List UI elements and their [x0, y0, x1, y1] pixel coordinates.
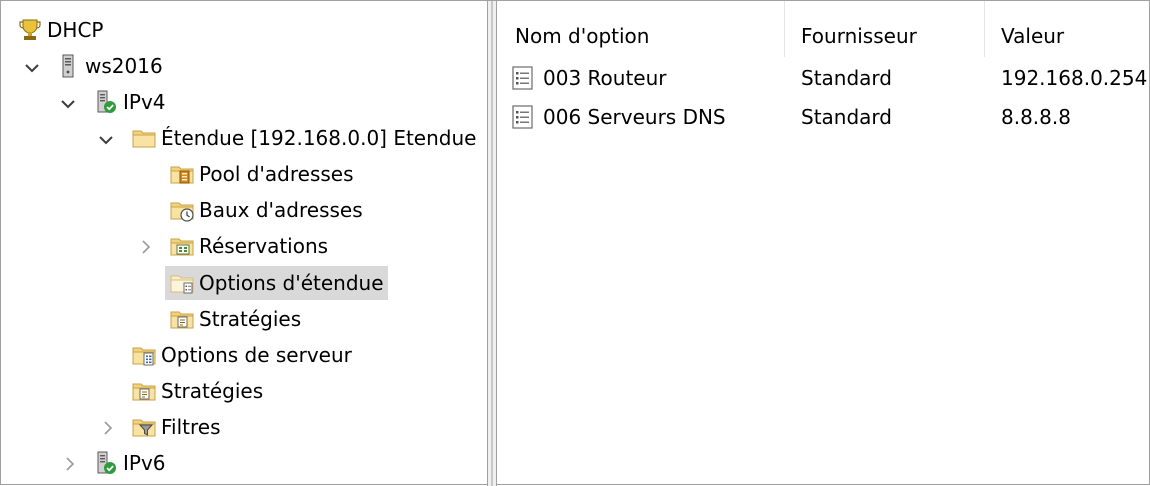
result-list: Nom d'option Fournisseur Valeur 003 Rout… [499, 1, 1149, 484]
column-header-vendor[interactable]: Fournisseur [785, 1, 985, 57]
option-name-cell: 006 Serveurs DNS [511, 98, 726, 136]
dhcp-trophy-icon [19, 19, 41, 40]
server-icon [62, 54, 74, 78]
tree-label: Options d'étendue [199, 271, 384, 295]
chevron-right-icon[interactable] [137, 238, 155, 256]
ipv4-icon [97, 90, 116, 113]
tree-node-reservations[interactable]: Réservations [169, 229, 332, 263]
list-row[interactable]: 006 Serveurs DNS Standard 8.8.8.8 [499, 98, 1149, 136]
pane-splitter[interactable] [487, 1, 497, 486]
tree-node-server[interactable]: ws2016 [55, 49, 167, 83]
tree-label: Réservations [199, 234, 329, 258]
reservations-icon [169, 233, 195, 259]
chevron-down-icon[interactable] [97, 131, 115, 149]
tree-node-scope-policies[interactable]: Stratégies [169, 302, 305, 336]
tree-node-address-leases[interactable]: Baux d'adresses [169, 193, 367, 227]
option-icon [511, 104, 535, 130]
tree-node-ipv4-policies[interactable]: Stratégies [131, 374, 267, 408]
chevron-right-icon[interactable] [61, 455, 79, 473]
tree-node-scope[interactable]: Étendue [192.168.0.0] Etendue [131, 121, 480, 155]
folder-icon [131, 125, 157, 151]
option-name-cell: 003 Routeur [511, 59, 667, 97]
tree-label: Filtres [161, 415, 221, 439]
tree-label: DHCP [47, 18, 104, 42]
tree-label: Options de serveur [161, 343, 352, 367]
vendor-cell: Standard [801, 66, 892, 90]
list-row[interactable]: 003 Routeur Standard 192.168.0.254 [499, 59, 1149, 97]
tree-label: Pool d'adresses [199, 162, 354, 186]
policies-icon [131, 378, 157, 404]
chevron-right-icon[interactable] [99, 419, 117, 437]
server-options-icon [131, 342, 157, 366]
tree-node-ipv4[interactable]: IPv4 [93, 85, 170, 119]
vendor-cell: Standard [801, 105, 892, 129]
column-header-option-name[interactable]: Nom d'option [499, 1, 785, 57]
option-name-text: 003 Routeur [543, 66, 667, 90]
tree-label: Baux d'adresses [199, 198, 363, 222]
tree-node-server-options[interactable]: Options de serveur [131, 338, 356, 372]
ipv6-icon [97, 451, 116, 474]
column-header-value[interactable]: Valeur [985, 1, 1149, 57]
tree-label: IPv6 [123, 451, 166, 475]
scope-options-icon [170, 275, 194, 294]
policies-icon [169, 306, 195, 332]
chevron-down-icon[interactable] [59, 95, 77, 113]
tree-node-ipv6[interactable]: IPv6 [93, 446, 170, 480]
tree-label: Stratégies [199, 307, 302, 331]
tree-label: ws2016 [85, 54, 163, 78]
tree-node-dhcp[interactable]: DHCP [17, 13, 107, 47]
tree-node-filters[interactable]: Filtres [131, 410, 225, 444]
tree-node-scope-options[interactable]: Options d'étendue [165, 266, 388, 300]
console-tree: DHCP ws2016 IPv4 Étendue [192.168.0.0] E… [1, 1, 489, 484]
value-cell: 8.8.8.8 [1001, 105, 1071, 129]
option-name-text: 006 Serveurs DNS [543, 105, 726, 129]
mmc-window: DHCP ws2016 IPv4 Étendue [192.168.0.0] E… [0, 0, 1150, 486]
address-pool-icon [169, 161, 195, 184]
value-cell: 192.168.0.254 [1001, 66, 1148, 90]
option-icon [511, 65, 535, 91]
tree-label: Étendue [192.168.0.0] Etendue [161, 126, 477, 150]
tree-label: Stratégies [161, 379, 264, 403]
chevron-down-icon[interactable] [23, 59, 41, 77]
list-header: Nom d'option Fournisseur Valeur [499, 1, 1149, 57]
address-leases-icon [169, 197, 194, 222]
tree-label: IPv4 [123, 90, 166, 114]
filters-icon [131, 414, 157, 440]
tree-node-address-pool[interactable]: Pool d'adresses [169, 157, 358, 191]
